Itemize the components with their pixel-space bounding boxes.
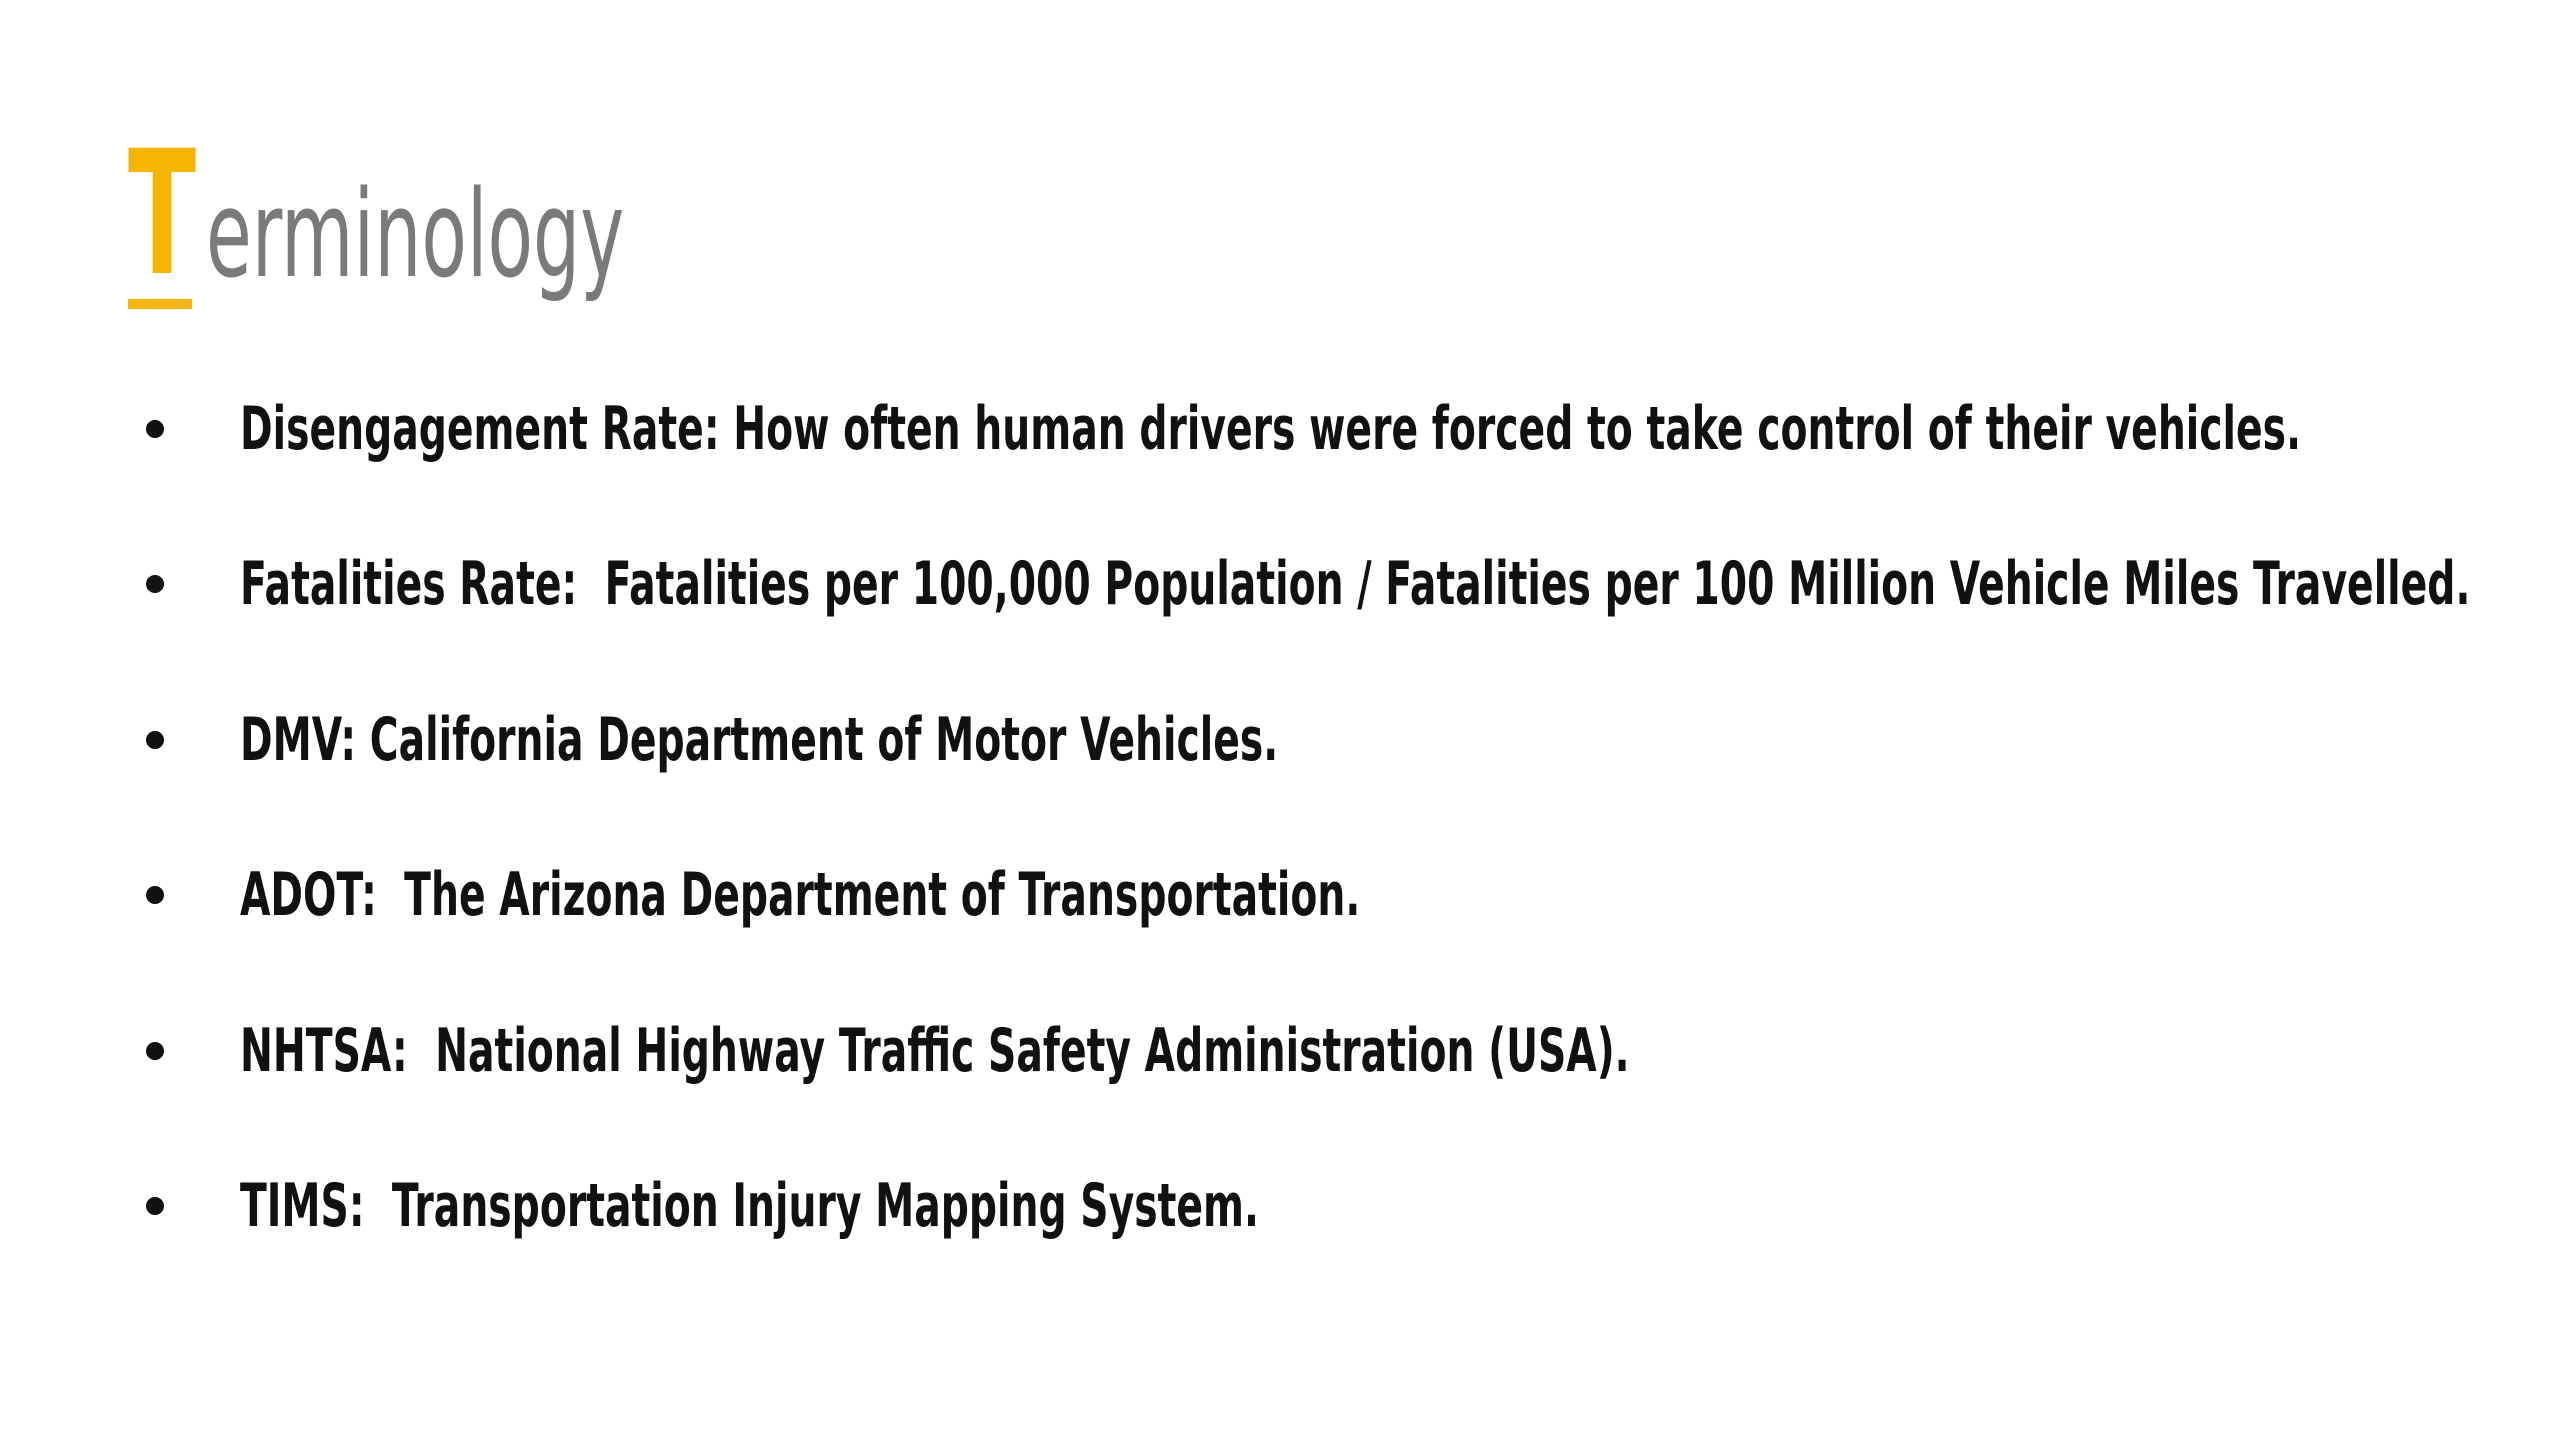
bullet-icon xyxy=(146,1197,164,1215)
slide: T erminology Disengagement Rate: How oft… xyxy=(0,0,2560,1440)
list-item: ADOT: The Arizona Department of Transpor… xyxy=(0,860,2560,940)
list-item: Disengagement Rate: How often human driv… xyxy=(0,394,2560,474)
list-item: NHTSA: National Highway Traffic Safety A… xyxy=(0,1016,2560,1096)
list-item: Fatalities Rate: Fatalities per 100,000 … xyxy=(0,549,2560,629)
bullet-icon xyxy=(146,886,164,904)
list-item-text: NHTSA: National Highway Traffic Safety A… xyxy=(240,1016,1630,1086)
list-item-text: DMV: California Department of Motor Vehi… xyxy=(240,705,1279,775)
list-item-text: Disengagement Rate: How often human driv… xyxy=(240,394,2302,464)
bullet-icon xyxy=(146,1042,164,1060)
bullet-icon xyxy=(146,731,164,749)
list-item: DMV: California Department of Motor Vehi… xyxy=(0,705,2560,785)
list-item: TIMS: Transportation Injury Mapping Syst… xyxy=(0,1171,2560,1251)
bullet-icon xyxy=(146,420,164,438)
terminology-list: Disengagement Rate: How often human driv… xyxy=(0,0,2560,1440)
bullet-icon xyxy=(146,575,164,593)
list-item-text: ADOT: The Arizona Department of Transpor… xyxy=(240,860,1361,930)
list-item-text: Fatalities Rate: Fatalities per 100,000 … xyxy=(240,549,2471,619)
list-item-text: TIMS: Transportation Injury Mapping Syst… xyxy=(240,1171,1259,1241)
